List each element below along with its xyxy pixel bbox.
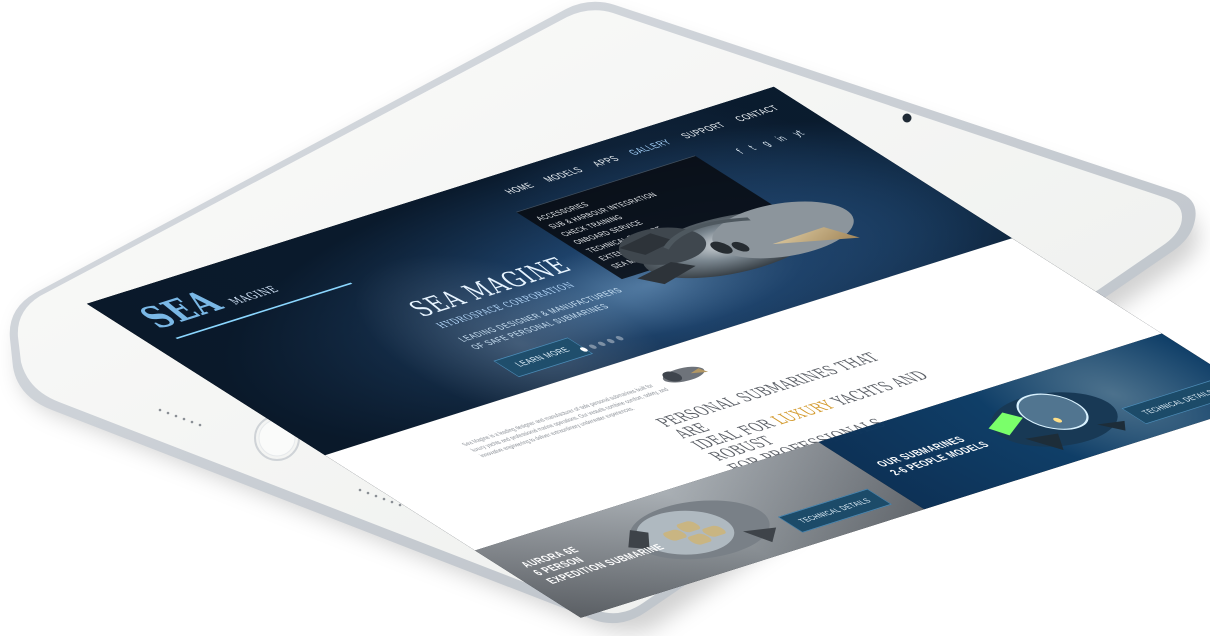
camera-icon [902, 113, 912, 123]
tablet-mockup-stage: SEA MAGINE HOME MODELS APPS GALLERY SUPP… [0, 0, 1210, 636]
twitter-icon[interactable]: t [745, 144, 759, 152]
google-icon[interactable]: g [758, 139, 774, 148]
linkedin-icon[interactable]: in [772, 134, 790, 143]
